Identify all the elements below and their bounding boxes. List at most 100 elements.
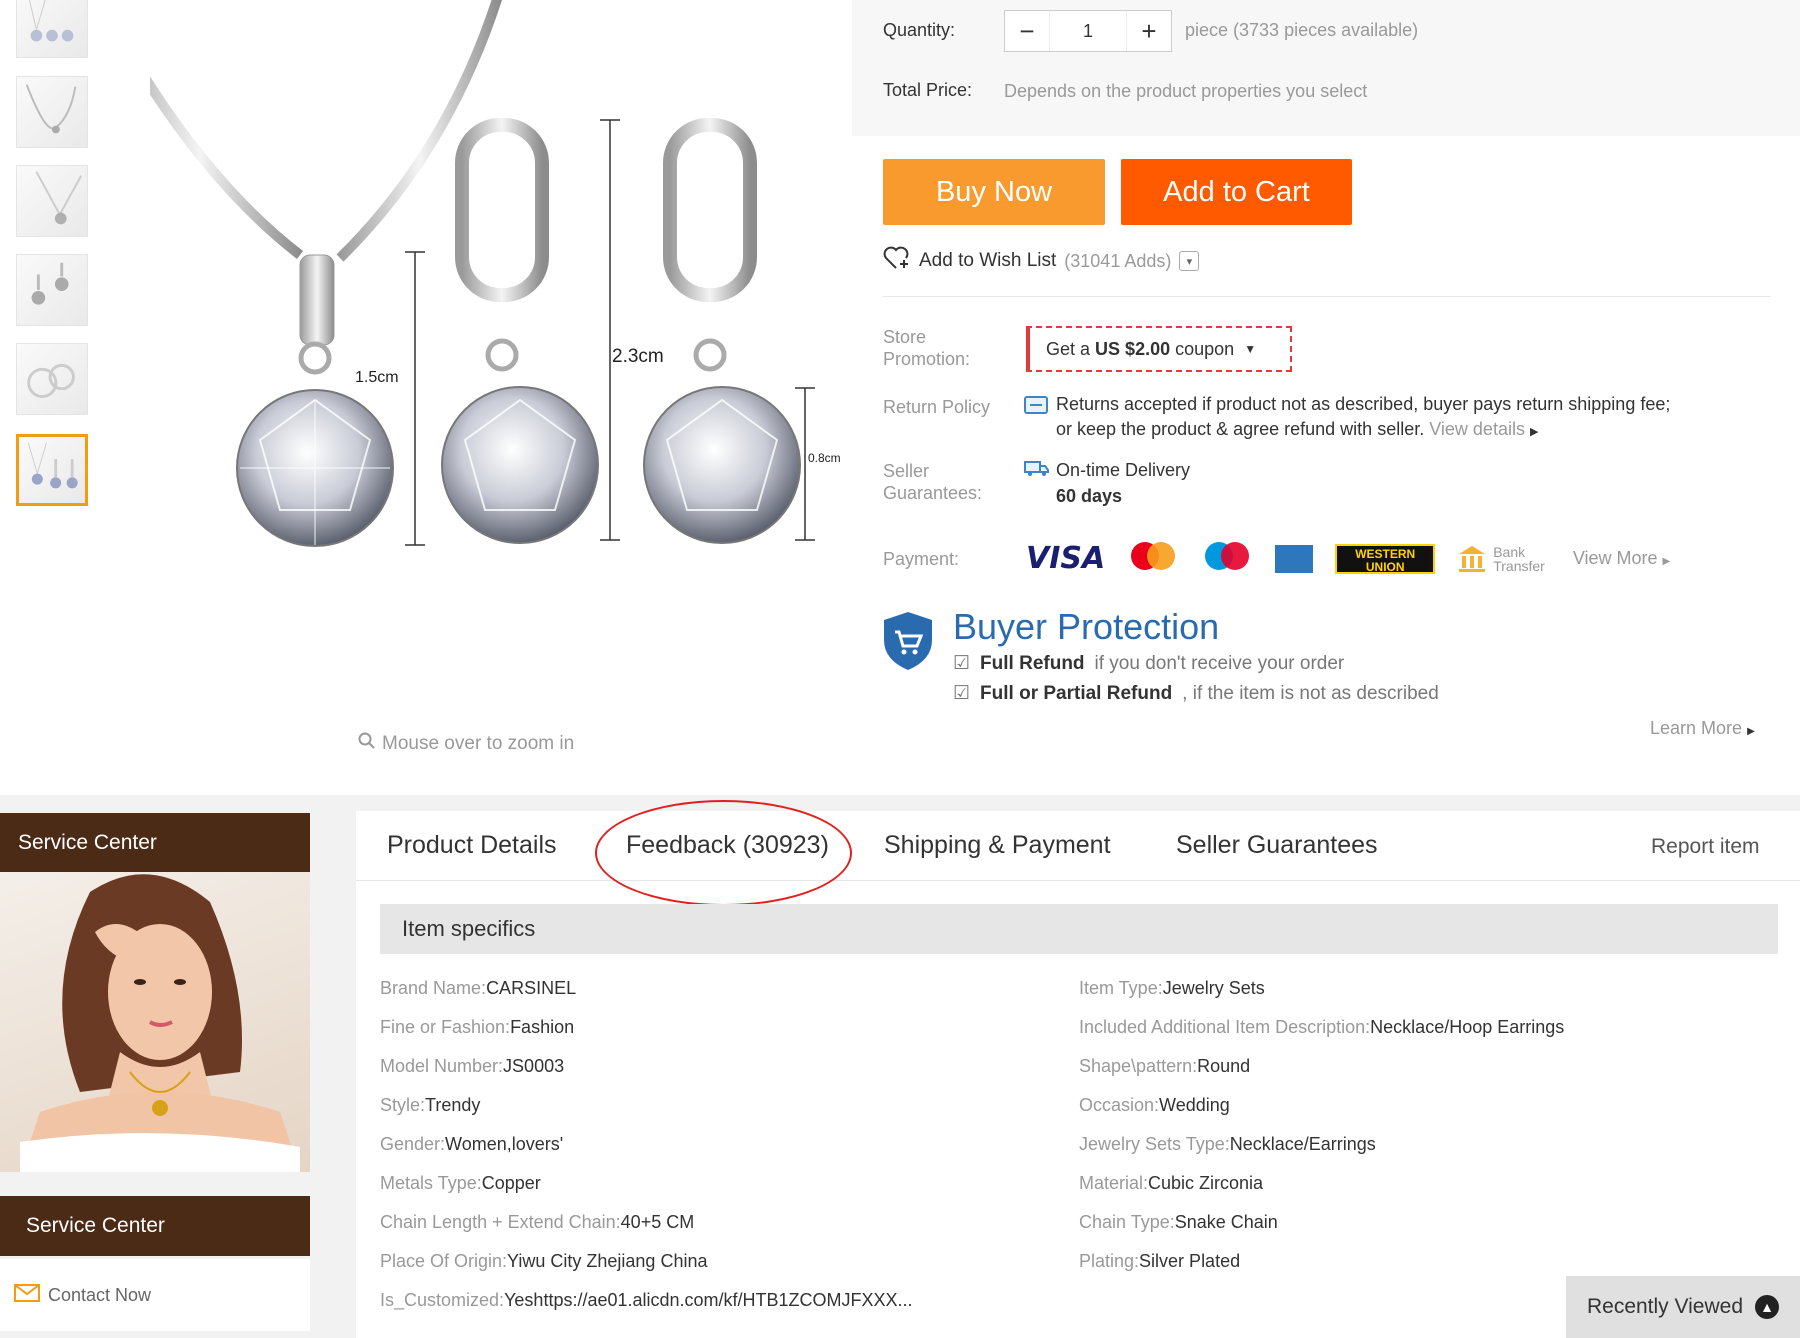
store-promotion-label-line2: Promotion: <box>883 349 971 369</box>
dimension-label-pendant: 1.5cm <box>355 369 399 386</box>
jewelry-set-icon <box>27 442 78 489</box>
payment-label: Payment: <box>883 549 960 569</box>
model-photo[interactable] <box>0 872 310 1172</box>
thumbnail-6-active[interactable] <box>16 434 88 506</box>
thumbnail-1[interactable] <box>16 0 88 58</box>
chevron-up-icon: ▲ <box>1755 1295 1780 1319</box>
report-item-link[interactable]: Report item <box>1651 835 1760 859</box>
quantity-decrease-button[interactable]: − <box>1005 11 1049 51</box>
tab-product-details[interactable]: Product Details <box>387 831 557 860</box>
caret-down-icon: ▼ <box>1244 342 1257 356</box>
seller-guarantees-label-line2: Guarantees: <box>883 483 983 503</box>
spec-value: Round <box>1197 1056 1251 1076</box>
rings-icon <box>27 363 75 398</box>
spec-key: Occasion: <box>1079 1095 1160 1115</box>
quantity-label: Quantity: <box>883 20 956 40</box>
spec-row: Is_Customized:Yeshttps://ae01.alicdn.com… <box>380 1290 913 1311</box>
service-center-header: Service Center <box>0 813 310 873</box>
earrings-icon <box>31 262 69 305</box>
view-details-link[interactable]: View details <box>1429 419 1525 439</box>
spec-value: 40+5 CM <box>620 1212 695 1232</box>
seller-guarantees-label: Seller Guarantees: <box>883 460 982 504</box>
spec-value: Copper <box>481 1173 541 1193</box>
wishlist-label: Add to Wish List <box>919 250 1057 271</box>
zoom-hint: Mouse over to zoom in <box>358 732 574 756</box>
spec-value: Wedding <box>1159 1095 1230 1115</box>
spec-value: Necklace/Earrings <box>1229 1134 1376 1154</box>
chevron-down-icon[interactable]: ▾ <box>1179 251 1200 271</box>
maestro-logo <box>1201 540 1253 577</box>
total-price-value: Depends on the product properties you se… <box>1004 81 1368 101</box>
jewelry-set-icon <box>28 0 74 42</box>
store-coupon-dropdown[interactable]: Get a US $2.00 coupon ▼ <box>1026 326 1292 372</box>
add-to-wishlist[interactable]: Add to Wish List (31041 Adds) ▾ <box>883 246 1200 276</box>
spec-row: Material:Cubic Zirconia <box>1079 1173 1263 1194</box>
caret-right-icon: ▶ <box>1662 556 1671 567</box>
partial-refund-text: , if the item is not as described <box>1182 682 1439 704</box>
add-to-cart-button[interactable]: Add to Cart <box>1121 159 1352 225</box>
return-policy-line2: or keep the product & agree refund with … <box>1056 419 1425 439</box>
bank-transfer-logo: Bank Transfer <box>1457 544 1545 574</box>
thumbnail-4[interactable] <box>16 254 88 326</box>
heart-plus-icon <box>883 246 911 276</box>
spec-row: Gender:Women,lovers' <box>380 1134 563 1155</box>
shield-cart-icon <box>882 610 934 677</box>
spec-value[interactable]: Yeshttps://ae01.alicdn.com/kf/HTB1ZCOMJF… <box>504 1290 913 1310</box>
spec-key: Item Type: <box>1079 978 1163 998</box>
product-main-image[interactable]: 1.5cm 2.3cm 0.8cm <box>95 0 855 560</box>
spec-row: Included Additional Item Description:Nec… <box>1079 1017 1564 1038</box>
spec-row: Jewelry Sets Type:Necklace/Earrings <box>1079 1134 1376 1155</box>
store-promotion-label-line1: Store <box>883 327 927 347</box>
spec-key: Gender: <box>380 1134 446 1154</box>
bank-transfer-line1: Bank <box>1493 543 1526 560</box>
spec-key: Brand Name: <box>380 978 487 998</box>
spec-key: Model Number: <box>380 1056 504 1076</box>
caret-right-icon: ▶ <box>1747 726 1755 737</box>
quantity-increase-button[interactable]: + <box>1127 11 1171 51</box>
spec-value: Jewelry Sets <box>1162 978 1265 998</box>
necklace-chain-icon <box>25 84 77 134</box>
spec-key: Place Of Origin: <box>380 1251 508 1271</box>
quantity-stepper[interactable]: − 1 + <box>1004 10 1172 52</box>
spec-value: Necklace/Hoop Earrings <box>1370 1017 1565 1037</box>
checkbox-checked-icon: ☑ <box>953 683 971 704</box>
thumbnail-2[interactable] <box>16 76 88 148</box>
spec-value: Cubic Zirconia <box>1148 1173 1264 1193</box>
spec-row: Fine or Fashion:Fashion <box>380 1017 574 1038</box>
view-more-text: View More <box>1572 548 1658 568</box>
seller-guarantees-label-line1: Seller <box>883 461 930 481</box>
full-refund-text: if you don't receive your order <box>1094 652 1345 674</box>
spec-row: Brand Name:CARSINEL <box>380 978 576 999</box>
spec-row: Place Of Origin:Yiwu City Zhejiang China <box>380 1251 707 1272</box>
quantity-input[interactable]: 1 <box>1049 11 1127 51</box>
thumbnail-5[interactable] <box>16 343 88 415</box>
learn-more-text: Learn More <box>1650 718 1743 738</box>
magnifier-icon <box>358 732 376 756</box>
store-promotion-label: Store Promotion: <box>883 326 970 370</box>
spec-value: Trendy <box>425 1095 481 1115</box>
thumbnail-3[interactable] <box>16 165 88 237</box>
feedback-highlight-annotation <box>595 800 852 906</box>
on-time-delivery-text: On-time Delivery <box>1056 460 1191 480</box>
caret-right-icon: ▶ <box>1529 426 1539 438</box>
spec-key: Plating: <box>1079 1251 1140 1271</box>
full-refund-label: Full Refund <box>980 652 1085 674</box>
delivery-truck-icon <box>1024 458 1050 483</box>
service-center-header-2: Service Center <box>0 1196 310 1256</box>
learn-more-link[interactable]: Learn More ▶ <box>1650 718 1755 739</box>
western-union-line1: WESTERN <box>1355 546 1416 561</box>
buy-now-button[interactable]: Buy Now <box>883 159 1105 225</box>
contact-now-button[interactable]: Contact Now <box>0 1259 310 1331</box>
tab-seller-guarantees[interactable]: Seller Guarantees <box>1176 831 1378 860</box>
view-more-payment-link[interactable]: View More ▶ <box>1573 548 1670 569</box>
amex-logo <box>1275 544 1314 573</box>
on-time-delivery: On-time Delivery <box>1024 458 1190 483</box>
dimension-label-stone: 0.8cm <box>808 451 841 465</box>
section-divider <box>883 296 1771 297</box>
recently-viewed-button[interactable]: Recently Viewed ▲ <box>1566 1276 1800 1338</box>
model-wearing-necklace-illustration <box>20 874 300 1172</box>
product-tabs: Product Details Feedback (30923) Shippin… <box>356 811 1800 881</box>
western-union-line2: UNION <box>1365 559 1405 574</box>
spec-key: Fine or Fashion: <box>380 1017 511 1037</box>
tab-shipping-payment[interactable]: Shipping & Payment <box>884 831 1111 860</box>
